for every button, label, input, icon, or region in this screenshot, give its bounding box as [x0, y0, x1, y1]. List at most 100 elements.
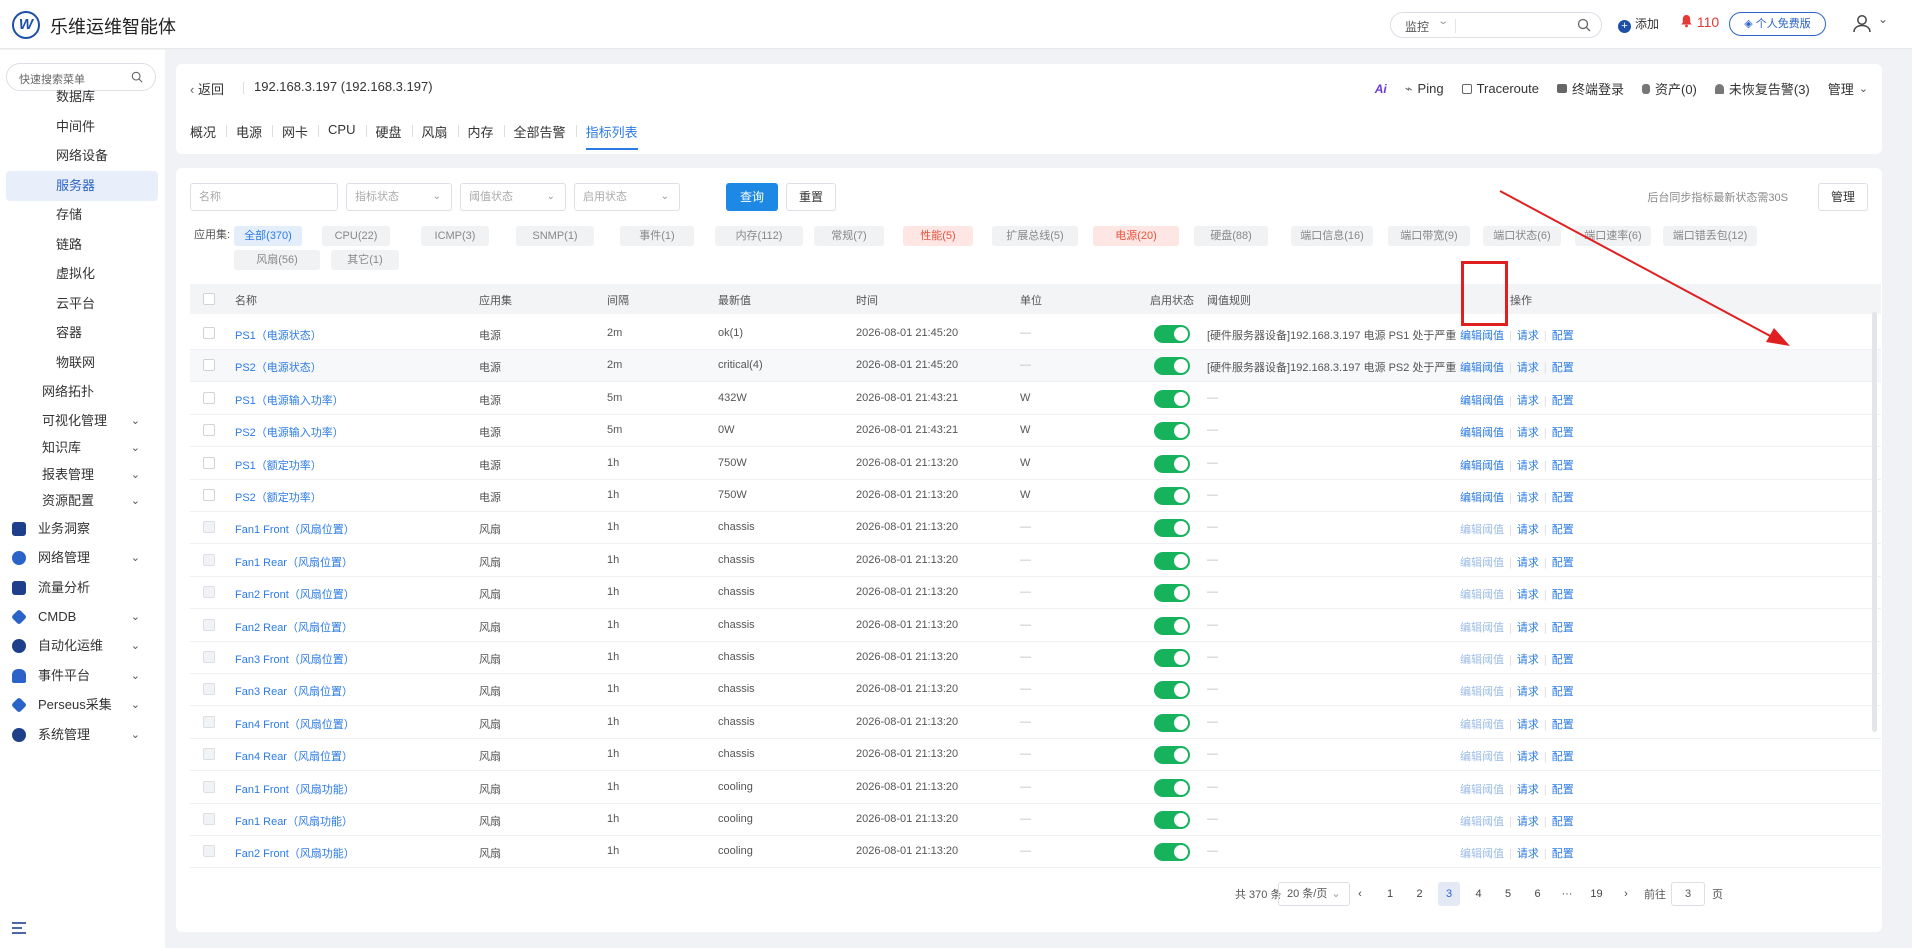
edit-threshold-link[interactable]: 编辑阈值	[1460, 751, 1504, 763]
sidebar-item-network-devices[interactable]: 网络设备	[6, 141, 158, 171]
row-checkbox[interactable]	[203, 359, 215, 372]
sidebar-item-resources[interactable]: 资源配置 ⌄	[6, 486, 158, 516]
row-checkbox[interactable]	[203, 424, 215, 437]
goto-page-input[interactable]: 3	[1671, 882, 1705, 906]
edit-threshold-link[interactable]: 编辑阈值	[1460, 524, 1504, 536]
config-link[interactable]: 配置	[1552, 427, 1574, 439]
request-link[interactable]: 请求	[1517, 524, 1539, 536]
config-link[interactable]: 配置	[1552, 395, 1574, 407]
unresolved-alerts-button[interactable]: 未恢复告警(3)	[1714, 79, 1810, 98]
sidebar-item-system[interactable]: 系统管理 ⌄	[6, 720, 158, 750]
config-link[interactable]: 配置	[1552, 654, 1574, 666]
terminal-login-button[interactable]: 终端登录	[1556, 79, 1624, 98]
request-link[interactable]: 请求	[1517, 395, 1539, 407]
col-latest-value[interactable]: 最新值	[718, 292, 751, 308]
edit-threshold-link[interactable]: 编辑阈值	[1460, 362, 1504, 374]
row-checkbox[interactable]	[203, 813, 215, 825]
app-set-chip[interactable]: 内存(112)	[715, 226, 803, 246]
config-link[interactable]: 配置	[1552, 816, 1574, 828]
table-row[interactable]: PS1（电源状态） 电源 2m ok(1) 2026-08-01 21:45:20 — [硬…	[190, 318, 1881, 350]
table-row[interactable]: Fan4 Front（风扇位置） 风扇 1h chassis 2026-08-01 21…	[190, 707, 1881, 739]
page-number-button[interactable]: 5	[1497, 882, 1519, 906]
enable-toggle[interactable]	[1154, 649, 1190, 667]
table-row[interactable]: Fan2 Front（风扇位置） 风扇 1h chassis 2026-08-01 21…	[190, 577, 1881, 610]
prev-page-button[interactable]: ‹	[1349, 882, 1371, 906]
enable-toggle[interactable]	[1154, 584, 1190, 603]
select-all-checkbox[interactable]	[203, 293, 215, 305]
sidebar-item-topology[interactable]: 网络拓扑	[6, 377, 158, 407]
config-link[interactable]: 配置	[1552, 557, 1574, 569]
sidebar-item-visualization[interactable]: 可视化管理 ⌄	[6, 406, 158, 436]
edit-threshold-link[interactable]: 编辑阈值	[1460, 622, 1504, 634]
metric-name-link[interactable]: Fan4 Front（风扇位置）	[235, 716, 355, 732]
page-number-button[interactable]: 6	[1527, 882, 1549, 906]
assets-button[interactable]: 资产(0)	[1641, 79, 1697, 98]
sidebar-item-perseus[interactable]: Perseus采集 ⌄	[6, 690, 158, 720]
sidebar-item-cmdb[interactable]: CMDB ⌄	[6, 602, 158, 632]
table-row[interactable]: Fan1 Front（风扇位置） 风扇 1h chassis 2026-08-01 21…	[190, 512, 1881, 545]
edit-threshold-link[interactable]: 编辑阈值	[1460, 589, 1504, 601]
traceroute-button[interactable]: Traceroute	[1461, 81, 1539, 96]
metric-name-link[interactable]: Fan1 Front（风扇功能）	[235, 781, 355, 797]
app-set-chip[interactable]: CPU(22)	[322, 226, 390, 246]
user-avatar-icon[interactable]	[1850, 12, 1874, 36]
enable-status-select[interactable]: 启用状态 ⌄	[574, 183, 680, 211]
sidebar-item-storage[interactable]: 存储	[6, 200, 158, 230]
app-logo[interactable]: W	[12, 11, 40, 39]
metric-status-select[interactable]: 指标状态 ⌄	[346, 183, 452, 211]
enable-toggle[interactable]	[1154, 357, 1190, 376]
app-set-chip[interactable]: SNMP(1)	[516, 226, 594, 246]
table-row[interactable]: Fan2 Rear（风扇位置） 风扇 1h chassis 2026-08-01 21:…	[190, 610, 1881, 642]
app-set-chip[interactable]: 风扇(56)	[234, 250, 320, 270]
request-link[interactable]: 请求	[1517, 460, 1539, 472]
app-set-chip[interactable]: ICMP(3)	[421, 226, 489, 246]
row-checkbox[interactable]	[203, 391, 215, 404]
table-row[interactable]: Fan1 Rear（风扇位置） 风扇 1h chassis 2026-08-01 21:…	[190, 545, 1881, 577]
request-link[interactable]: 请求	[1517, 362, 1539, 374]
config-link[interactable]: 配置	[1552, 751, 1574, 763]
row-checkbox[interactable]	[203, 651, 215, 663]
request-link[interactable]: 请求	[1517, 330, 1539, 342]
config-link[interactable]: 配置	[1552, 492, 1574, 504]
table-row[interactable]: Fan3 Rear（风扇位置） 风扇 1h chassis 2026-08-01 21:…	[190, 674, 1881, 707]
enable-toggle[interactable]	[1154, 389, 1190, 408]
sidebar-item-knowledge[interactable]: 知识库 ⌄	[6, 433, 158, 463]
app-set-chip[interactable]: 电源(20)	[1093, 226, 1179, 246]
name-filter-input[interactable]: 名称	[190, 183, 338, 211]
table-row[interactable]: PS2（电源状态） 电源 2m critical(4) 2026-08-01 21:45…	[190, 350, 1881, 383]
ai-button[interactable]: Ai	[1375, 82, 1387, 96]
add-button[interactable]: + 添加	[1618, 15, 1659, 33]
request-link[interactable]: 请求	[1517, 816, 1539, 828]
app-set-chip[interactable]: 其它(1)	[331, 250, 399, 270]
sidebar-item-traffic[interactable]: 流量分析	[6, 573, 158, 603]
table-scrollbar[interactable]	[1872, 312, 1877, 732]
chevron-down-icon[interactable]: ⌄	[1878, 12, 1888, 26]
app-set-chip[interactable]: 端口速率(6)	[1575, 226, 1651, 246]
sidebar-item-automation[interactable]: 自动化运维 ⌄	[6, 631, 158, 661]
tab-memory[interactable]: 内存	[468, 122, 505, 149]
tab-overview[interactable]: 概况	[190, 122, 228, 149]
sidebar-item-servers[interactable]: 服务器	[6, 171, 158, 201]
request-link[interactable]: 请求	[1517, 654, 1539, 666]
page-number-button[interactable]: ···	[1556, 882, 1578, 906]
row-checkbox[interactable]	[203, 618, 215, 631]
metric-name-link[interactable]: Fan1 Rear（风扇位置）	[235, 554, 353, 570]
table-row[interactable]: PS2（额定功率） 电源 1h 750W 2026-08-01 21:13:20 W — 编辑…	[190, 480, 1881, 512]
app-set-chip[interactable]: 硬盘(88)	[1194, 226, 1268, 246]
enable-toggle[interactable]	[1154, 487, 1190, 505]
config-link[interactable]: 配置	[1552, 622, 1574, 634]
config-link[interactable]: 配置	[1552, 330, 1574, 342]
config-link[interactable]: 配置	[1552, 784, 1574, 796]
free-version-button[interactable]: ◈ 个人免费版	[1729, 12, 1826, 36]
enable-toggle[interactable]	[1154, 519, 1190, 538]
app-set-chip[interactable]: 端口信息(16)	[1291, 226, 1373, 246]
sidebar-item-middleware[interactable]: 中间件	[6, 112, 158, 142]
config-link[interactable]: 配置	[1552, 686, 1574, 698]
request-link[interactable]: 请求	[1517, 492, 1539, 504]
col-unit[interactable]: 单位	[1020, 292, 1042, 308]
request-link[interactable]: 请求	[1517, 686, 1539, 698]
app-set-chip[interactable]: 全部(370)	[234, 226, 302, 246]
tab-disk[interactable]: 硬盘	[376, 122, 413, 149]
config-link[interactable]: 配置	[1552, 362, 1574, 374]
col-app-set[interactable]: 应用集	[479, 292, 512, 308]
